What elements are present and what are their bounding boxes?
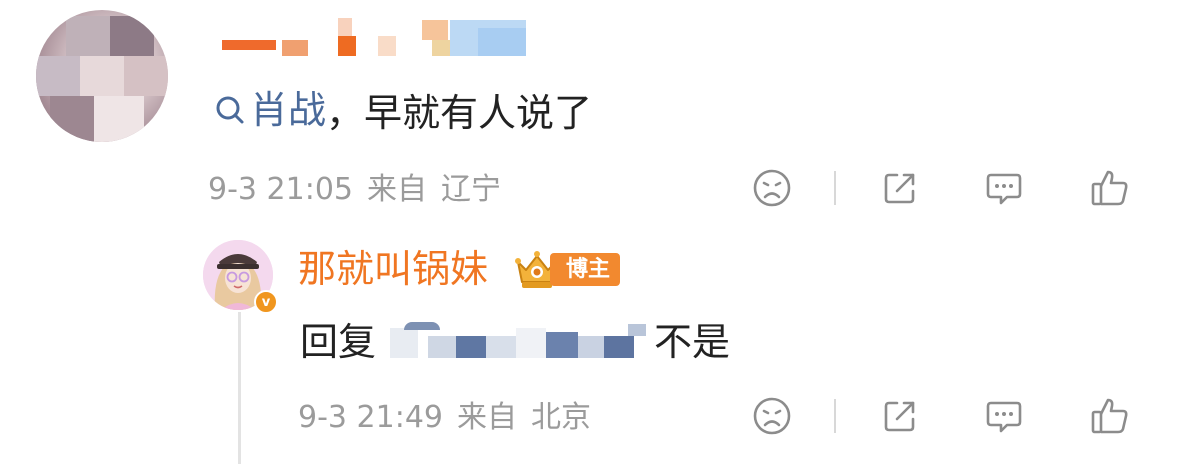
- comment-icon: [986, 173, 1022, 205]
- comment-dislike-button[interactable]: [748, 164, 796, 212]
- reply-author-name[interactable]: 那就叫锅妹: [298, 244, 488, 294]
- comment-source-prefix: 来自: [367, 172, 427, 207]
- share-icon: [884, 173, 915, 204]
- action-divider: [834, 171, 836, 205]
- topic-link[interactable]: 肖战: [214, 86, 326, 134]
- commenter-avatar[interactable]: [36, 10, 168, 142]
- sad-emoji-icon: [753, 169, 791, 207]
- search-icon: [216, 96, 244, 124]
- reply-dislike-button[interactable]: [748, 392, 796, 440]
- comment-text: ，早就有人说了: [326, 91, 593, 135]
- comment-meta: 9-3 21:05 来自 辽宁: [208, 170, 501, 210]
- sad-emoji-icon: [753, 397, 791, 435]
- reply-location: 北京: [531, 400, 591, 435]
- censored-reply-target[interactable]: [390, 322, 652, 362]
- censored-username[interactable]: [210, 14, 540, 60]
- reply-meta: 9-3 21:49 来自 北京: [298, 398, 591, 438]
- reply-date: 9-3 21:49: [298, 400, 443, 435]
- comment-date: 9-3 21:05: [208, 172, 353, 207]
- reply-text: 不是: [654, 320, 731, 364]
- comment-body: 肖战 ，早就有人说了: [214, 86, 593, 135]
- reply-source-prefix: 来自: [457, 400, 517, 435]
- verified-badge: v: [254, 290, 278, 314]
- reply-prefix: 回复: [300, 320, 377, 364]
- comment-share-button[interactable]: [876, 164, 924, 212]
- comment-icon: [986, 401, 1022, 433]
- like-icon: [1091, 170, 1128, 206]
- share-icon: [884, 401, 915, 432]
- reply-like-button[interactable]: [1086, 392, 1134, 440]
- reply-comment-button[interactable]: [980, 392, 1028, 440]
- comment-like-button[interactable]: [1086, 164, 1134, 212]
- topic-label[interactable]: 肖战: [250, 86, 326, 134]
- comment-location: 辽宁: [441, 172, 501, 207]
- action-divider: [834, 399, 836, 433]
- verified-mark: v: [261, 294, 271, 310]
- like-icon: [1091, 398, 1128, 434]
- blogger-badge: 博主: [550, 253, 621, 286]
- thread-line: [238, 312, 241, 464]
- reply-share-button[interactable]: [876, 392, 924, 440]
- comment-reply-button[interactable]: [980, 164, 1028, 212]
